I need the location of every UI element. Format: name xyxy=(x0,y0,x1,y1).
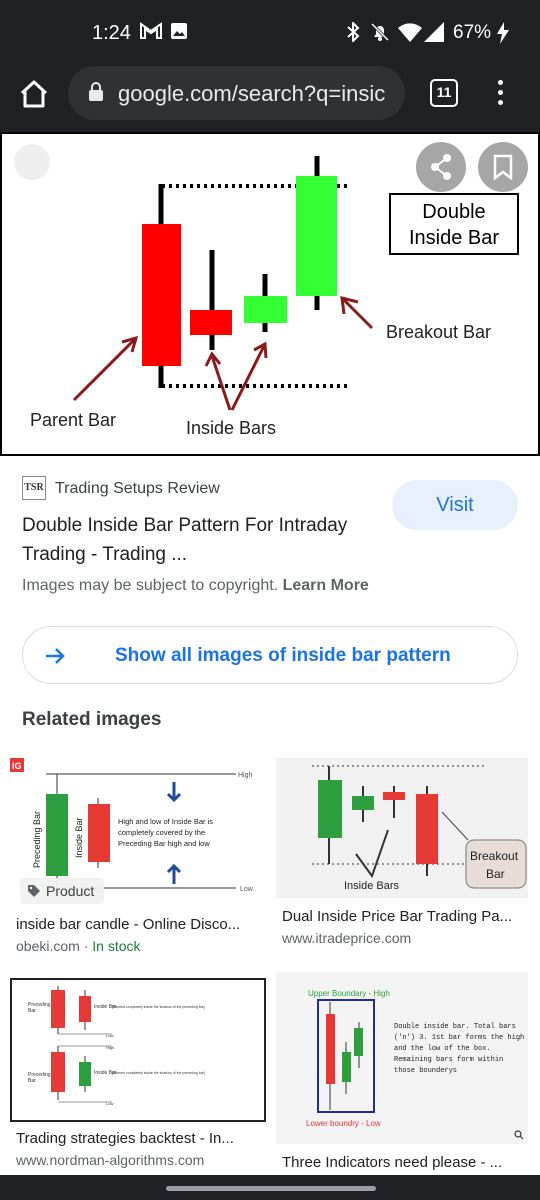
show-all-images-button[interactable]: Show all images of inside bar pattern xyxy=(22,626,518,684)
breakout-bar-body xyxy=(296,176,337,296)
result-title[interactable]: Double Inside Bar Pattern For Intraday T… xyxy=(22,511,382,569)
related-card[interactable]: Upper Boundary - High Lower boundry - Lo… xyxy=(276,972,528,1172)
image-icon xyxy=(171,23,187,39)
battery-percent: 67% xyxy=(453,22,492,43)
inside-bar1-body xyxy=(190,310,232,335)
copyright-notice: Images may be subject to copyright. Lear… xyxy=(22,577,369,595)
svg-text:Bar: Bar xyxy=(486,867,505,881)
svg-text:IG: IG xyxy=(12,761,22,771)
svg-text:those bounderys: those bounderys xyxy=(394,1067,457,1075)
related-thumbnail[interactable]: Preceding Bar Inside Bar [Formed complet… xyxy=(10,978,266,1122)
related-card[interactable]: IG High Low Preceding Bar Inside Bar Hig… xyxy=(10,758,264,958)
inside-bars-label: Inside Bars xyxy=(186,418,276,438)
source-logo: TSR xyxy=(22,476,46,500)
dual-inside-thumb: Inside Bars Breakout Bar xyxy=(312,765,527,892)
share-button[interactable] xyxy=(416,142,466,192)
svg-text:Double inside bar. Total bars: Double inside bar. Total bars xyxy=(394,1023,516,1031)
breakout-bar-label: Breakout Bar xyxy=(386,322,491,342)
related-card-title[interactable]: Dual Inside Price Bar Trading Pa... xyxy=(282,908,528,925)
svg-text:[Formed completely inside the: [Formed completely inside the shadow of … xyxy=(112,1071,205,1075)
parent-arrow xyxy=(72,338,136,402)
share-icon xyxy=(431,154,451,180)
home-icon[interactable] xyxy=(18,78,50,110)
signal-icon xyxy=(424,22,444,42)
svg-text:Preceding Bar: Preceding Bar xyxy=(32,811,42,868)
save-button[interactable] xyxy=(478,142,528,192)
parent-bar-label: Parent Bar xyxy=(30,410,116,430)
svg-text:[Formed completely inside the: [Formed completely inside the shadow of … xyxy=(112,1005,205,1009)
related-card-site: www.itradeprice.com xyxy=(282,930,412,946)
related-card[interactable]: Inside Bars Breakout Bar Dual Inside Pri… xyxy=(276,758,528,958)
overflow-menu-icon[interactable] xyxy=(490,80,510,110)
three-indicators-thumb: Upper Boundary - High Lower boundry - Lo… xyxy=(306,989,524,1140)
related-images-heading: Related images xyxy=(22,709,162,730)
bookmark-icon xyxy=(493,154,513,181)
svg-text:Bar: Bar xyxy=(28,1008,36,1014)
svg-text:Lower boundry - Low: Lower boundry - Low xyxy=(306,1119,381,1128)
url-bar[interactable]: google.com/search?q=insic xyxy=(68,66,405,120)
gmail-icon xyxy=(140,22,162,39)
battery-charging-icon xyxy=(497,22,509,44)
svg-text:completely covered by the: completely covered by the xyxy=(118,828,205,837)
stock-status: In stock xyxy=(92,938,141,954)
bluetooth-icon xyxy=(347,22,360,42)
tag-icon xyxy=(28,885,40,897)
visit-button[interactable]: Visit xyxy=(392,480,518,530)
wifi-icon xyxy=(398,23,422,42)
callout-text-1: Double xyxy=(422,201,485,223)
url-text: google.com/search?q=insic xyxy=(118,81,386,106)
product-badge-label: Product xyxy=(46,883,95,899)
related-card[interactable]: Preceding Bar Inside Bar [Formed complet… xyxy=(10,978,266,1170)
svg-text:High: High xyxy=(238,772,253,779)
related-card-title[interactable]: inside bar candle - Online Disco... xyxy=(16,916,264,933)
related-card-site: obeki.com · In stock xyxy=(16,938,141,954)
svg-text:Low: Low xyxy=(240,886,254,893)
source-site-name[interactable]: Trading Setups Review xyxy=(55,480,220,498)
lock-icon xyxy=(89,82,103,101)
browser-toolbar: google.com/search?q=insic 11 xyxy=(0,64,540,132)
svg-text:Preceding Bar high and low: Preceding Bar high and low xyxy=(118,839,210,848)
mute-bell-icon xyxy=(370,22,390,42)
product-badge: Product xyxy=(20,878,105,904)
svg-text:and the low of the box.: and the low of the box. xyxy=(394,1045,491,1053)
parent-bar-body xyxy=(142,224,181,366)
svg-text:High and low of Inside Bar is: High and low of Inside Bar is xyxy=(118,817,213,826)
inside-bar2-body xyxy=(244,296,287,323)
related-thumbnail[interactable]: Inside Bars Breakout Bar xyxy=(276,758,528,898)
svg-text:Bar: Bar xyxy=(28,1078,36,1084)
related-thumbnail[interactable]: Upper Boundary - High Lower boundry - Lo… xyxy=(276,972,528,1144)
related-card-title[interactable]: Three Indicators need please - ... xyxy=(282,1154,528,1171)
gesture-nav-bar xyxy=(0,1175,540,1200)
tab-switcher-button[interactable]: 11 xyxy=(430,79,458,107)
related-card-site-name: obeki.com xyxy=(16,938,80,954)
svg-text:Inside Bar: Inside Bar xyxy=(74,817,84,858)
callout-text-2: Inside Bar xyxy=(409,227,499,249)
backtest-thumb: Preceding Bar Inside Bar [Formed complet… xyxy=(28,986,205,1106)
svg-text:Remaining bars form within: Remaining bars form within xyxy=(394,1056,503,1064)
inside-arrow-2 xyxy=(230,345,266,411)
status-time: 1:24 xyxy=(92,22,131,44)
svg-text:Low: Low xyxy=(106,1101,113,1106)
arrow-right-icon xyxy=(46,648,65,664)
watermark-circle xyxy=(14,144,50,180)
status-bar: 1:24 67% xyxy=(0,0,540,64)
svg-text:Breakout: Breakout xyxy=(470,849,519,863)
svg-text:('n') 3. 1st bar forms the hig: ('n') 3. 1st bar forms the high xyxy=(394,1034,524,1042)
svg-text:Low: Low xyxy=(106,1033,113,1038)
copyright-text: Images may be subject to copyright. xyxy=(22,577,279,594)
svg-text:High: High xyxy=(106,1045,114,1050)
inside-arrow-1 xyxy=(210,355,232,411)
breakout-arrow xyxy=(342,298,374,330)
related-card-title[interactable]: Trading strategies backtest - In... xyxy=(16,1130,266,1147)
show-all-label: Show all images of inside bar pattern xyxy=(115,645,451,666)
related-card-site: www.nordman-algorithms.com xyxy=(16,1152,205,1168)
learn-more-link[interactable]: Learn More xyxy=(283,577,369,594)
svg-text:Inside Bars: Inside Bars xyxy=(344,880,400,892)
svg-text:Upper Boundary - High: Upper Boundary - High xyxy=(308,989,390,998)
home-gesture-pill[interactable] xyxy=(166,1186,376,1191)
